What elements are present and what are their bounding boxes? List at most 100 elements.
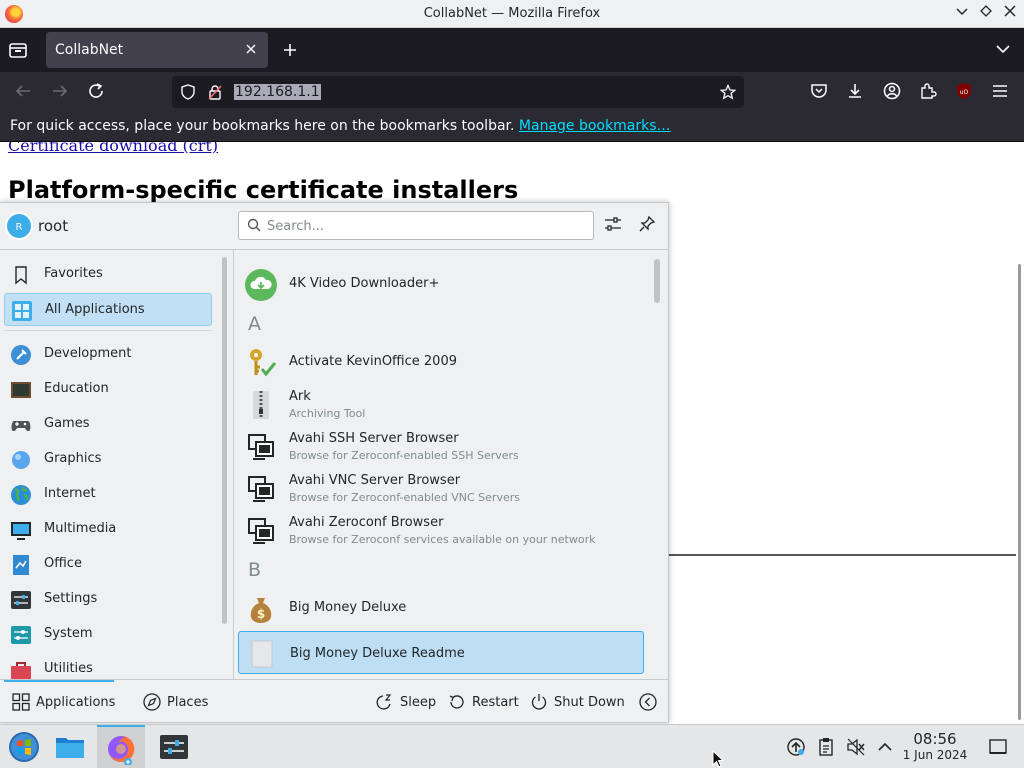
money-bag-icon: $ [245,593,277,625]
taskbar-file-manager[interactable] [46,725,94,768]
sleep-button[interactable]: Sleep [376,692,436,714]
app-menu-button[interactable] [991,82,1011,102]
tab-close-icon[interactable] [242,40,260,58]
desktop-icon [989,739,1007,754]
category-label: Internet [44,486,96,501]
network-computer-icon [245,431,277,463]
app-ark[interactable]: Ark Archiving Tool [238,383,644,423]
volume-muted-icon[interactable] [846,737,866,757]
category-office[interactable]: Office [4,548,212,581]
leave-menu-button[interactable] [639,692,659,714]
digital-clock[interactable]: 08:56 1 Jun 2024 [900,731,970,763]
page-scrollbar[interactable] [1018,264,1021,720]
settings-icon [10,589,32,611]
scrollbar-thumb[interactable] [222,257,227,624]
address-bar[interactable]: 192.168.1.1 [172,76,744,108]
office-icon [10,554,32,576]
view-tabs-icon[interactable] [8,40,30,62]
shutdown-button[interactable]: Shut Down [530,692,625,714]
list-all-tabs-button[interactable] [996,42,1012,58]
category-internet[interactable]: Internet [4,478,212,511]
app-name: Activate KevinOffice 2009 [289,354,457,369]
category-label: Multimedia [44,521,117,536]
applications-tab[interactable]: Applications [12,692,122,714]
compass-icon [143,693,161,711]
app-big-money-deluxe[interactable]: $ Big Money Deluxe [238,587,644,627]
app-big-money-deluxe-readme[interactable]: Big Money Deluxe Readme [238,631,644,674]
category-utilities[interactable]: Utilities [4,653,212,679]
app-avahi-vnc[interactable]: Avahi VNC Server Browser Browse for Zero… [238,467,644,507]
app-avahi-zeroconf[interactable]: Avahi Zeroconf Browser Browse for Zeroco… [238,509,644,549]
applications-scrollbar[interactable] [654,259,662,679]
forward-button[interactable] [51,82,71,102]
pocket-button[interactable] [810,82,830,102]
bookmarks-hint: For quick access, place your bookmarks h… [10,118,670,134]
restart-button[interactable]: Restart [448,692,519,714]
manage-bookmarks-link[interactable]: Manage bookmarks… [519,118,671,134]
category-label: All Applications [45,302,145,317]
avatar[interactable]: R [5,212,33,240]
app-name: Avahi Zeroconf Browser [289,515,444,530]
reload-button[interactable] [87,82,107,102]
category-education[interactable]: Education [4,373,212,406]
category-scrollbar[interactable] [220,257,228,624]
url-text[interactable]: 192.168.1.1 [234,84,321,100]
extensions-button[interactable] [919,82,939,102]
sleep-icon [376,693,394,711]
app-avahi-ssh[interactable]: Avahi SSH Server Browser Browse for Zero… [238,425,644,465]
category-games[interactable]: Games [4,408,212,441]
close-window-button[interactable] [1000,4,1020,24]
pin-button[interactable] [638,215,658,235]
category-divider [4,330,212,331]
sliders-icon [605,217,621,231]
restart-label: Restart [472,695,519,710]
update-notifier-icon[interactable] [786,737,806,757]
app-name: 4K Video Downloader+ [289,276,440,291]
configure-button[interactable] [604,215,624,235]
star-icon[interactable] [719,83,737,100]
category-label: Education [44,381,109,396]
shield-icon[interactable] [180,84,196,100]
back-button[interactable] [14,82,34,102]
category-system[interactable]: System [4,618,212,651]
show-desktop-button[interactable] [988,737,1008,757]
places-tab[interactable]: Places [143,692,213,714]
search-input[interactable] [267,216,577,236]
category-settings[interactable]: Settings [4,583,212,616]
scrollbar-thumb[interactable] [654,259,660,303]
downloads-button[interactable] [846,82,866,102]
applications-tab-label: Applications [36,695,116,710]
app-4k-video-downloader[interactable]: 4K Video Downloader+ [238,263,644,303]
account-button[interactable] [883,82,903,102]
grid-icon [11,300,33,322]
certificate-download-link[interactable]: Certificate download (crt) [8,142,218,155]
archive-icon [245,389,277,421]
app-name: Big Money Deluxe [289,600,407,615]
minimize-button[interactable] [952,4,972,24]
category-favorites[interactable]: Favorites [4,258,212,291]
start-menu-button[interactable] [0,725,48,768]
maximize-button[interactable] [976,4,996,24]
category-all-applications[interactable]: All Applications [4,293,212,326]
category-development[interactable]: Development [4,338,212,371]
insecure-lock-icon[interactable] [207,84,223,100]
tab-collabnet[interactable]: CollabNet [46,32,268,68]
new-tab-button[interactable] [280,40,300,60]
category-graphics[interactable]: Graphics [4,443,212,476]
clipboard-icon[interactable] [816,737,836,757]
hamburger-menu-icon [993,85,1007,97]
svg-text:$: $ [257,607,265,621]
active-tab-indicator [4,680,114,682]
globe-icon [10,484,32,506]
system-tray-expand-icon[interactable] [875,737,895,757]
ublock-button[interactable]: uO [955,82,975,102]
taskbar: 08:56 1 Jun 2024 [0,724,1024,768]
category-multimedia[interactable]: Multimedia [4,513,212,546]
mouse-cursor-icon [712,750,725,768]
taskbar-system-settings[interactable] [150,725,198,768]
app-activate-kevinoffice[interactable]: Activate KevinOffice 2009 [238,341,644,381]
search-box[interactable] [238,211,594,240]
category-list: Favorites All Applications Development E… [0,256,222,679]
svg-text:uO: uO [960,89,969,96]
taskbar-firefox[interactable] [97,725,145,768]
